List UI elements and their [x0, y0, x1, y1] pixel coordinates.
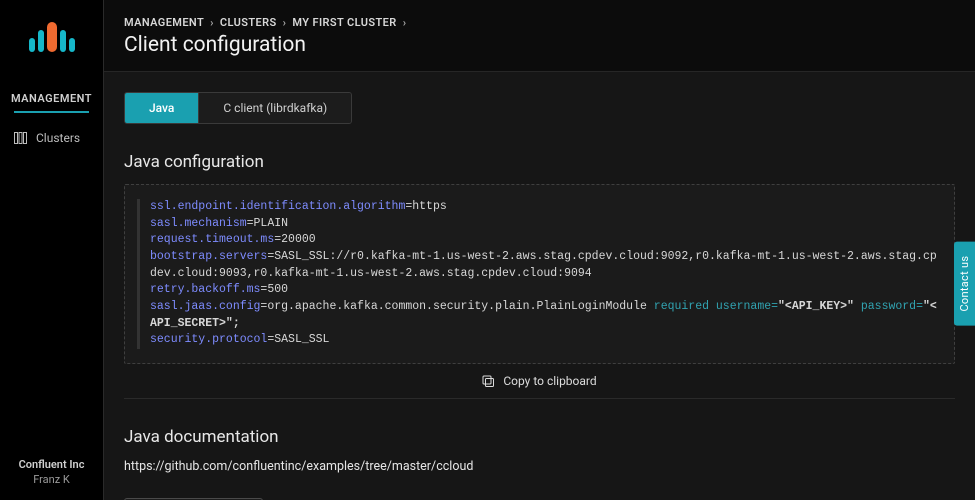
header: MANAGEMENT › CLUSTERS › MY FIRST CLUSTER…: [104, 0, 975, 72]
tab-java[interactable]: Java: [125, 93, 199, 123]
config-line: sasl.jaas.config=org.apache.kafka.common…: [150, 299, 938, 332]
breadcrumb-management[interactable]: MANAGEMENT: [124, 16, 204, 29]
clusters-icon: [14, 132, 28, 144]
java-doc-link[interactable]: https://github.com/confluentinc/examples…: [124, 459, 955, 474]
breadcrumb-clusters[interactable]: CLUSTERS: [220, 16, 277, 29]
breadcrumb: MANAGEMENT › CLUSTERS › MY FIRST CLUSTER…: [124, 16, 955, 29]
main: MANAGEMENT › CLUSTERS › MY FIRST CLUSTER…: [104, 0, 975, 500]
config-line: ssl.endpoint.identification.algorithm=ht…: [150, 199, 938, 216]
java-config-title: Java configuration: [124, 152, 955, 172]
chevron-right-icon: ›: [210, 16, 214, 29]
tabs: Java C client (librdkafka): [124, 92, 352, 124]
copy-label: Copy to clipboard: [503, 374, 596, 388]
chevron-right-icon: ›: [403, 16, 407, 29]
config-line: security.protocol=SASL_SSL: [150, 332, 938, 349]
config-line: request.timeout.ms=20000: [150, 232, 938, 249]
config-line: sasl.mechanism=PLAIN: [150, 216, 938, 233]
org-name: Confluent Inc: [6, 458, 97, 471]
contact-us-label: Contact us: [958, 256, 971, 312]
tab-c-client[interactable]: C client (librdkafka): [199, 93, 351, 123]
sidebar-section-underline: [14, 111, 89, 113]
user-name: Franz K: [6, 473, 97, 486]
config-line: retry.backoff.ms=500: [150, 282, 938, 299]
sidebar-footer: Confluent Inc Franz K: [0, 448, 103, 500]
content: Java C client (librdkafka) Java configur…: [104, 72, 975, 500]
contact-us-button[interactable]: Contact us: [954, 242, 975, 326]
app-logo[interactable]: [0, 12, 103, 52]
sidebar-item-label: Clusters: [36, 131, 80, 145]
sidebar-item-clusters[interactable]: Clusters: [0, 123, 103, 153]
sidebar: MANAGEMENT Clusters Confluent Inc Franz …: [0, 0, 104, 500]
sidebar-section-title: MANAGEMENT: [0, 82, 103, 111]
java-doc-title: Java documentation: [124, 427, 955, 447]
copy-to-clipboard-button[interactable]: Copy to clipboard: [124, 364, 955, 399]
config-line: bootstrap.servers=SASL_SSL://r0.kafka-mt…: [150, 249, 938, 282]
page-title: Client configuration: [124, 33, 955, 57]
copy-icon: [482, 375, 495, 388]
java-config-code[interactable]: ssl.endpoint.identification.algorithm=ht…: [124, 184, 955, 364]
chevron-right-icon: ›: [283, 16, 287, 29]
breadcrumb-cluster-name[interactable]: MY FIRST CLUSTER: [292, 16, 396, 29]
